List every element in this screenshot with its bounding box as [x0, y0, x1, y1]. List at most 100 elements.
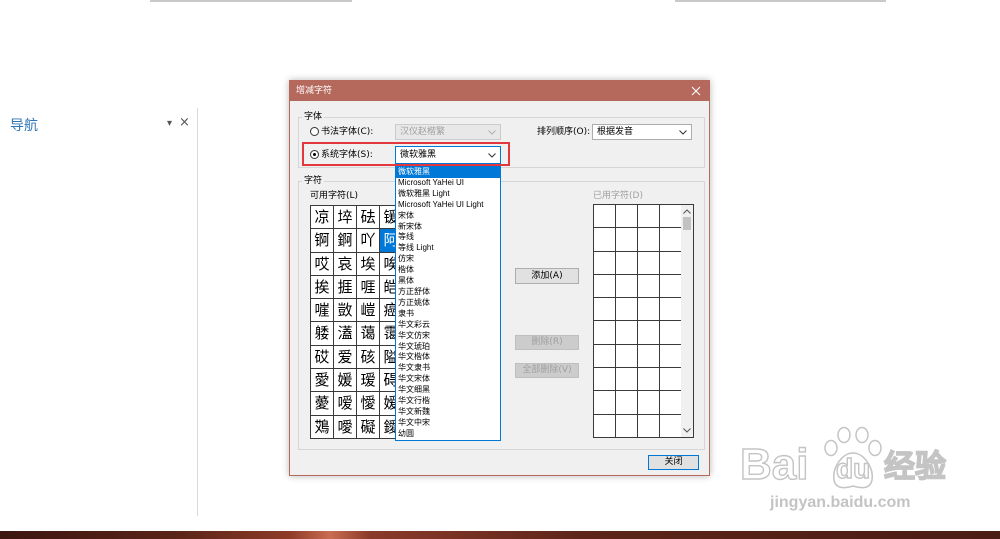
system-font-label[interactable]: 系统字体(S):: [321, 149, 373, 161]
font-option[interactable]: 华文楷体: [396, 352, 500, 363]
font-option[interactable]: 华文行楷: [396, 396, 500, 407]
available-char-cell[interactable]: 砹: [311, 345, 334, 370]
available-char-cell[interactable]: 吖: [357, 229, 380, 253]
used-char-cell[interactable]: [594, 391, 616, 415]
used-char-cell[interactable]: [616, 344, 638, 369]
available-char-cell[interactable]: 礙: [357, 415, 380, 439]
used-char-cell[interactable]: [638, 391, 660, 415]
used-char-cell[interactable]: [616, 368, 638, 392]
used-char-cell[interactable]: [594, 344, 616, 369]
font-option[interactable]: Microsoft YaHei UI: [396, 178, 500, 189]
used-char-cell[interactable]: [660, 251, 682, 275]
used-char-cell[interactable]: [616, 414, 638, 438]
available-char-cell[interactable]: 硋: [357, 345, 380, 370]
used-char-cell[interactable]: [660, 274, 682, 299]
used-char-cell[interactable]: [638, 368, 660, 392]
available-char-cell[interactable]: 嘊: [311, 299, 334, 323]
used-char-cell[interactable]: [638, 414, 660, 438]
available-char-cell[interactable]: 媛: [334, 369, 357, 393]
available-char-cell[interactable]: 爱: [334, 345, 357, 370]
available-char-cell[interactable]: 錒: [334, 229, 357, 253]
used-char-cell[interactable]: [616, 274, 638, 299]
used-char-cell[interactable]: [660, 414, 682, 438]
used-char-cell[interactable]: [594, 251, 616, 275]
font-dropdown-list[interactable]: 微软雅黑 Microsoft YaHei UI 微软雅黑 Light Microsof…: [395, 166, 501, 441]
available-char-cell[interactable]: 哎: [311, 252, 334, 276]
calligraphy-font-radio[interactable]: [310, 127, 319, 136]
close-button[interactable]: 关闭: [648, 455, 699, 470]
font-option[interactable]: 新宋体: [396, 222, 500, 233]
available-char-cell[interactable]: 哀: [334, 252, 357, 276]
available-char-cell[interactable]: 濭: [334, 322, 357, 346]
used-char-cell[interactable]: [616, 228, 638, 252]
chevron-down-icon[interactable]: [679, 130, 687, 135]
system-font-select[interactable]: 微软雅黑: [395, 146, 501, 164]
available-char-cell[interactable]: 凉: [311, 206, 334, 230]
available-char-cell[interactable]: 嵦: [357, 299, 380, 323]
chevron-down-icon[interactable]: ▾: [167, 117, 172, 131]
used-char-cell[interactable]: [660, 298, 682, 322]
remove-all-button[interactable]: 全部删除(V): [515, 363, 579, 378]
close-icon[interactable]: ×: [179, 115, 190, 131]
font-option[interactable]: 方正舒体: [396, 287, 500, 298]
available-char-cell[interactable]: 噯: [334, 415, 357, 439]
available-char-cell[interactable]: 薆: [311, 392, 334, 416]
font-option[interactable]: 隶书: [396, 309, 500, 320]
used-char-cell[interactable]: [594, 228, 616, 252]
available-char-cell[interactable]: 蔼: [357, 322, 380, 346]
available-char-cell[interactable]: 挨: [311, 275, 334, 300]
available-char-cell[interactable]: 锕: [311, 229, 334, 253]
used-char-cell[interactable]: [638, 344, 660, 369]
used-char-cell[interactable]: [660, 205, 682, 229]
add-button[interactable]: 添加(A): [515, 268, 579, 284]
font-option[interactable]: 楷体: [396, 265, 500, 276]
used-char-cell[interactable]: [638, 205, 660, 229]
dialog-title-bar[interactable]: 增减字符: [290, 81, 709, 101]
font-option[interactable]: 华文中宋: [396, 418, 500, 429]
available-char-cell[interactable]: 捱: [334, 275, 357, 300]
taskbar[interactable]: [0, 531, 1000, 539]
calligraphy-font-label[interactable]: 书法字体(C):: [321, 126, 373, 138]
available-char-cell[interactable]: 鴱: [311, 415, 334, 439]
available-char-cell[interactable]: 愛: [311, 369, 334, 393]
used-char-cell[interactable]: [638, 298, 660, 322]
used-char-cell[interactable]: [638, 251, 660, 275]
font-option[interactable]: 方正姚体: [396, 298, 500, 309]
available-char-cell[interactable]: 砝: [357, 206, 380, 230]
font-option[interactable]: 等线 Light: [396, 243, 500, 254]
font-option[interactable]: 宋体: [396, 211, 500, 222]
chevron-down-icon[interactable]: [488, 153, 496, 158]
used-char-cell[interactable]: [660, 368, 682, 392]
font-option[interactable]: 华文彩云: [396, 320, 500, 331]
remove-button[interactable]: 删除(R): [515, 335, 579, 350]
system-font-radio[interactable]: [310, 150, 319, 159]
nav-pane-divider[interactable]: [197, 108, 198, 516]
used-char-cell[interactable]: [616, 205, 638, 229]
chevron-up-icon[interactable]: [683, 209, 691, 214]
used-char-cell[interactable]: [616, 251, 638, 275]
available-char-cell[interactable]: 懓: [357, 392, 380, 416]
available-char-cell[interactable]: 敳: [334, 299, 357, 323]
font-option[interactable]: 仿宋: [396, 254, 500, 265]
font-option[interactable]: 华文仿宋: [396, 331, 500, 342]
used-char-cell[interactable]: [638, 274, 660, 299]
used-char-cell[interactable]: [594, 205, 616, 229]
used-chars-grid[interactable]: [593, 204, 682, 438]
used-char-cell[interactable]: [594, 298, 616, 322]
font-option[interactable]: 幼圆: [396, 429, 500, 440]
used-char-cell[interactable]: [638, 321, 660, 345]
available-char-cell[interactable]: 埣: [334, 206, 357, 230]
available-char-cell[interactable]: 瑷: [357, 369, 380, 393]
used-chars-scrollbar[interactable]: [681, 204, 694, 438]
sort-order-select[interactable]: 根据发音: [592, 124, 692, 140]
available-char-cell[interactable]: 嗳: [334, 392, 357, 416]
font-option[interactable]: 微软雅黑: [396, 167, 500, 178]
available-char-cell[interactable]: 啀: [357, 275, 380, 300]
available-char-cell[interactable]: 躷: [311, 322, 334, 346]
font-option[interactable]: 华文细黑: [396, 385, 500, 396]
used-char-cell[interactable]: [660, 391, 682, 415]
used-char-cell[interactable]: [616, 298, 638, 322]
used-char-cell[interactable]: [638, 228, 660, 252]
used-char-cell[interactable]: [616, 321, 638, 345]
chevron-down-icon[interactable]: [683, 428, 691, 433]
